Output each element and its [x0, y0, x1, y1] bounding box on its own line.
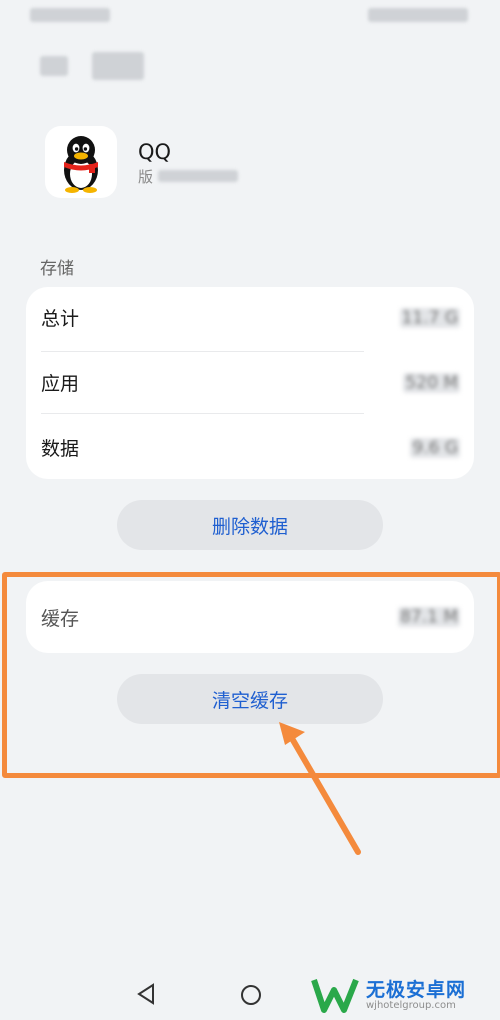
divider	[41, 413, 364, 414]
storage-section-label: 存储	[40, 259, 74, 279]
storage-row-label: 应用	[41, 373, 80, 395]
highlight-box	[2, 572, 500, 778]
storage-card: 总计 11.7 G 应用 520 M 数据 9.6 G	[26, 287, 474, 479]
watermark-title: 无极安卓网	[366, 978, 467, 1001]
app-version-prefix: 版	[138, 168, 154, 186]
watermark-url: wjhotelgroup.com	[366, 999, 456, 1011]
app-version-value	[158, 170, 238, 182]
app-version: 版	[138, 166, 238, 187]
storage-row-value: 9.6 G	[410, 437, 460, 458]
qq-penguin-icon	[64, 136, 98, 193]
delete-data-button[interactable]: 删除数据	[117, 500, 383, 550]
storage-row-value: 520 M	[403, 372, 460, 393]
app-icon	[45, 126, 117, 198]
storage-row-app: 应用 520 M	[26, 352, 474, 413]
storage-row-data: 数据 9.6 G	[26, 417, 474, 478]
nav-back-icon[interactable]	[135, 982, 157, 1006]
page-title	[92, 52, 144, 80]
storage-row-label: 总计	[41, 308, 80, 330]
storage-row-total: 总计 11.7 G	[26, 287, 474, 348]
app-name: QQ	[138, 140, 172, 164]
storage-row-value: 11.7 G	[399, 307, 460, 328]
watermark: 无极安卓网 wjhotelgroup.com	[310, 972, 500, 1020]
back-icon[interactable]	[40, 56, 68, 76]
nav-home-icon[interactable]	[240, 984, 262, 1006]
watermark-logo-icon	[311, 978, 359, 1013]
app-header	[0, 0, 500, 100]
storage-row-label: 数据	[41, 438, 80, 460]
